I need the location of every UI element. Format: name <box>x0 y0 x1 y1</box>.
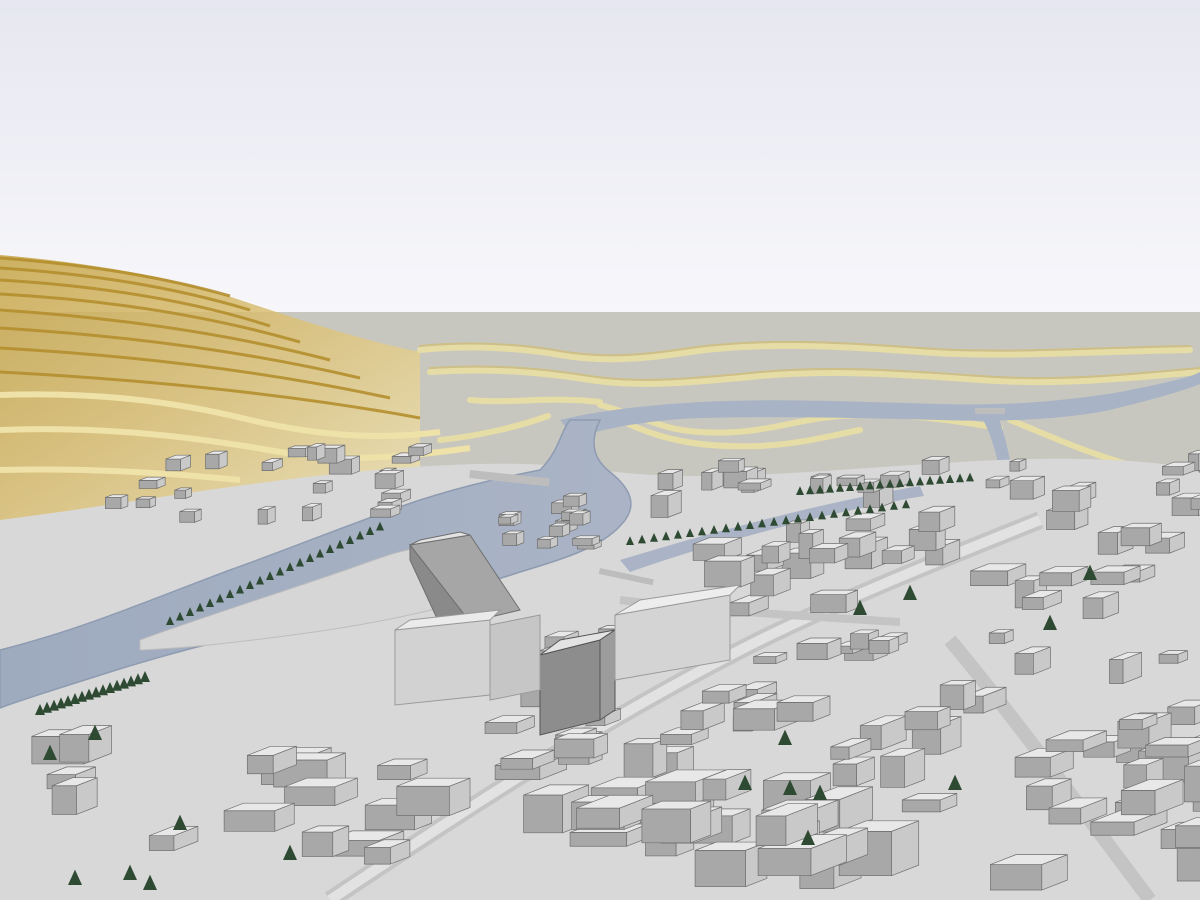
building <box>988 629 1014 645</box>
building <box>641 800 712 844</box>
building <box>761 541 791 564</box>
building <box>1156 478 1180 496</box>
building <box>312 480 333 494</box>
building <box>138 476 166 489</box>
building <box>104 494 129 510</box>
building <box>921 455 950 475</box>
building <box>374 469 404 489</box>
building <box>307 443 326 461</box>
building <box>832 756 875 787</box>
building <box>750 567 791 597</box>
building <box>1082 591 1119 620</box>
building <box>868 636 900 655</box>
building <box>502 530 525 546</box>
building <box>572 535 600 546</box>
building <box>370 504 401 518</box>
building <box>918 505 956 533</box>
building <box>257 505 276 525</box>
building <box>939 679 976 711</box>
building <box>301 503 322 522</box>
building <box>1009 475 1045 500</box>
building <box>408 443 432 457</box>
building <box>776 695 831 722</box>
sky <box>0 0 1200 312</box>
building <box>880 747 926 788</box>
city-model-render <box>0 0 1200 900</box>
building <box>179 508 202 523</box>
scene-canvas <box>0 0 1200 900</box>
building <box>553 733 608 759</box>
building <box>51 777 98 815</box>
building <box>135 496 156 509</box>
building <box>1158 650 1188 664</box>
building <box>562 492 587 508</box>
building <box>1184 759 1200 803</box>
building <box>1009 458 1027 472</box>
building <box>165 454 191 472</box>
building <box>904 706 951 731</box>
building <box>704 555 755 588</box>
building <box>548 522 570 538</box>
building <box>990 854 1068 891</box>
building <box>205 450 228 470</box>
building <box>301 825 350 858</box>
building <box>718 457 745 473</box>
building <box>810 589 858 614</box>
building <box>809 542 849 564</box>
building <box>223 802 295 832</box>
building <box>1052 485 1092 512</box>
building <box>1120 522 1162 547</box>
building <box>59 725 112 763</box>
building <box>650 490 682 518</box>
building <box>396 777 471 817</box>
building <box>498 513 519 525</box>
building <box>284 777 358 807</box>
building <box>796 637 842 661</box>
building <box>536 535 558 549</box>
building <box>657 469 683 491</box>
building <box>694 841 768 888</box>
building <box>569 510 591 526</box>
building <box>174 487 192 499</box>
building <box>880 470 910 488</box>
